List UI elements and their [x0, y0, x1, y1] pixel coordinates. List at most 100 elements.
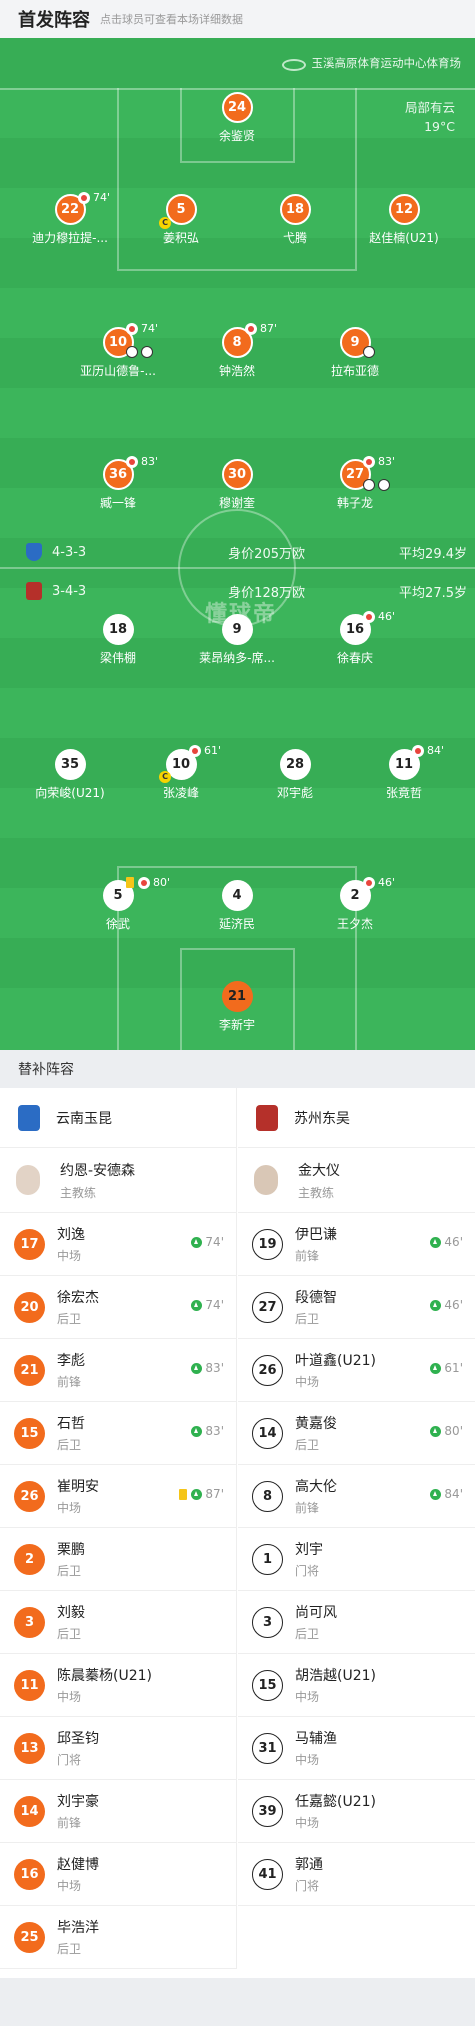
- sub-out-icon: [363, 876, 375, 889]
- player-name: 崔明安: [57, 1479, 99, 1495]
- player-number: 18: [279, 194, 311, 225]
- captain-badge: C: [159, 217, 171, 229]
- player-position: 前锋: [295, 1501, 320, 1515]
- away-player[interactable]: 10 张凌峰: [116, 749, 246, 801]
- home-player[interactable]: 12 赵佳楠(U21): [339, 194, 469, 246]
- goal-icon: [363, 479, 375, 491]
- player-number: 1: [252, 1543, 283, 1575]
- home-player[interactable]: 27 韩子龙: [290, 459, 420, 511]
- player-position: 后卫: [57, 1564, 82, 1578]
- page-title: 首发阵容: [18, 10, 90, 31]
- sub-player-row[interactable]: 20 徐宏杰 后卫 74': [0, 1276, 236, 1339]
- sub-player-row[interactable]: 39 任嘉懿(U21) 中场: [238, 1780, 475, 1843]
- away-player[interactable]: 2 王夕杰: [290, 880, 420, 932]
- sub-out-icon: [126, 322, 138, 335]
- sub-in-time: 74': [191, 1298, 224, 1312]
- stadium-icon: [281, 57, 306, 71]
- player-name: 赵佳楠(U21): [369, 231, 439, 245]
- page-subtitle: 点击球员可查看本场详细数据: [100, 13, 243, 26]
- away-player[interactable]: 16 徐春庆: [290, 614, 420, 666]
- sub-in-time: 87': [179, 1487, 224, 1501]
- sub-player-row[interactable]: 2 栗鹏 后卫: [0, 1528, 236, 1591]
- away-formation: 3-4-3: [52, 583, 87, 599]
- away-player[interactable]: 9 莱昂纳多-席...: [172, 614, 302, 666]
- sub-player-row[interactable]: 3 刘毅 后卫: [0, 1591, 236, 1654]
- away-player[interactable]: 18 梁伟棚: [53, 614, 183, 666]
- player-name: 余鉴贤: [218, 129, 255, 143]
- player-name: 梁伟棚: [99, 651, 136, 665]
- player-number: 3: [252, 1606, 283, 1638]
- player-position: 后卫: [57, 1312, 82, 1326]
- sub-out-indicator: 74': [78, 191, 110, 204]
- player-position: 门将: [295, 1879, 320, 1893]
- player-position: 后卫: [295, 1312, 320, 1326]
- player-number: 18: [102, 614, 134, 645]
- sub-out-indicator: 80': [126, 876, 170, 889]
- home-team-header[interactable]: 云南玉昆: [0, 1088, 236, 1148]
- sub-player-row[interactable]: 31 马辅渔 中场: [238, 1717, 475, 1780]
- team-name: 苏州东吴: [294, 1110, 350, 1127]
- sub-player-row[interactable]: 16 赵健博 中场: [0, 1843, 236, 1906]
- player-name: 高大伦: [295, 1479, 337, 1495]
- coach-row[interactable]: 金大仪 主教练: [238, 1148, 475, 1213]
- sub-out-indicator: 87': [245, 322, 277, 335]
- home-player[interactable]: 9 拉布亚德: [290, 327, 420, 379]
- coach-row[interactable]: 约恩-安德森 主教练: [0, 1148, 236, 1213]
- sub-player-row[interactable]: 41 郭通 门将: [238, 1843, 475, 1906]
- player-number: 28: [279, 749, 311, 780]
- home-player[interactable]: 36 臧一锋: [53, 459, 183, 511]
- sub-out-icon: [126, 455, 138, 468]
- away-player[interactable]: 21 李新宇: [172, 981, 302, 1033]
- sub-player-row[interactable]: 17 刘逸 中场 74': [0, 1213, 236, 1276]
- away-player[interactable]: 4 延济民: [172, 880, 302, 932]
- yellow-card-icon: [179, 1488, 188, 1500]
- sub-out-icon: [189, 744, 201, 757]
- home-player[interactable]: 24 余鉴贤: [172, 92, 302, 144]
- coach-name: 约恩-安德森: [60, 1162, 136, 1179]
- player-name: 拉布亚德: [330, 364, 379, 378]
- sub-player-row[interactable]: 15 石哲 后卫 83': [0, 1402, 236, 1465]
- sub-player-row[interactable]: 11 陈晨蓁杨(U21) 中场: [0, 1654, 236, 1717]
- player-position: 中场: [57, 1690, 82, 1704]
- sub-player-row[interactable]: 15 胡浩越(U21) 中场: [238, 1654, 475, 1717]
- sub-player-row[interactable]: 14 黄嘉俊 后卫 80': [238, 1402, 475, 1465]
- player-name: 臧一锋: [99, 496, 136, 510]
- home-player[interactable]: 5 姜积弘: [116, 194, 246, 246]
- sub-player-row[interactable]: 21 李彪 前锋 83': [0, 1339, 236, 1402]
- sub-player-row[interactable]: 25 毕浩洋 后卫: [0, 1906, 236, 1969]
- sub-out-icon: [138, 876, 150, 889]
- home-team-logo-icon: [18, 1104, 40, 1131]
- sub-player-row[interactable]: 19 伊巴谦 前锋 46': [238, 1213, 475, 1276]
- sub-out-indicator: 83': [363, 455, 395, 468]
- player-number: 27: [252, 1291, 283, 1323]
- sub-in-icon: [191, 1362, 203, 1374]
- home-formation: 4-3-3: [52, 544, 87, 560]
- player-name: 王夕杰: [336, 917, 373, 931]
- sub-player-row[interactable]: 27 段德智 后卫 46': [238, 1276, 475, 1339]
- player-name: 韩子龙: [336, 496, 373, 510]
- home-player[interactable]: 30 穆谢奎: [172, 459, 302, 511]
- sub-out-indicator: 46': [363, 876, 395, 889]
- player-number: 8: [252, 1480, 283, 1512]
- sub-out-icon: [245, 322, 257, 335]
- sub-out-icon: [78, 191, 90, 204]
- player-position: 中场: [295, 1753, 320, 1767]
- player-number: 16: [14, 1858, 45, 1890]
- player-number: 31: [252, 1732, 283, 1764]
- sub-player-row[interactable]: 1 刘宇 门将: [238, 1528, 475, 1591]
- home-subs-list: 云南玉昆 约恩-安德森 主教练 17 刘逸 中场 74' 20 徐宏杰 后卫 74' 21 李…: [0, 1088, 237, 1969]
- home-player[interactable]: 10 亚历山德鲁-...: [53, 327, 183, 379]
- sub-player-row[interactable]: 26 叶道鑫(U21) 中场 61': [238, 1339, 475, 1402]
- goal-icon: [126, 346, 138, 358]
- player-name: 石哲: [57, 1416, 85, 1432]
- sub-player-row[interactable]: 8 高大伦前锋 84': [238, 1465, 475, 1528]
- home-player[interactable]: 8 钟浩然: [172, 327, 302, 379]
- sub-in-time: 46': [430, 1298, 463, 1312]
- away-player[interactable]: 11 张竟哲: [339, 749, 469, 801]
- sub-player-row[interactable]: 3 尚可风 后卫: [238, 1591, 475, 1654]
- sub-player-row[interactable]: 14 刘宇豪 前锋: [0, 1780, 236, 1843]
- sub-player-row[interactable]: 13 邱圣钧 门将: [0, 1717, 236, 1780]
- away-team-header[interactable]: 苏州东吴: [238, 1088, 475, 1148]
- sub-player-row[interactable]: 26 崔明安 中场 87': [0, 1465, 236, 1528]
- sub-in-time: 84': [430, 1487, 463, 1501]
